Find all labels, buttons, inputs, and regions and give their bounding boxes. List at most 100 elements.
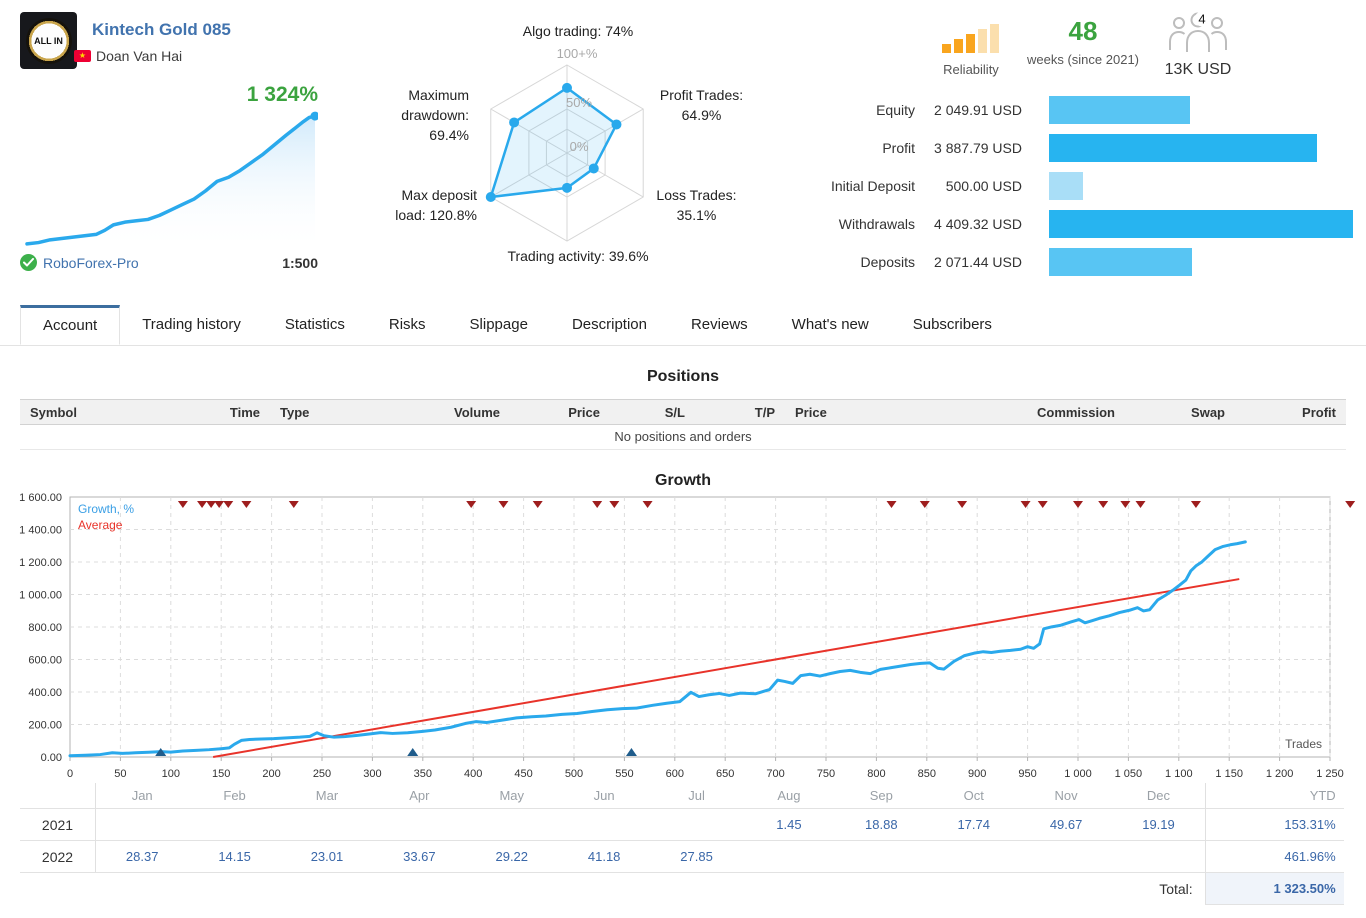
radar-label-maximum-drawdown: Maximum drawdown: 69.4%	[401, 87, 469, 143]
signal-title[interactable]: Kintech Gold 085	[92, 20, 231, 40]
stat-row-equity: Equity 2 049.91 USD	[820, 91, 1360, 129]
weeks-label: weeks (since 2021)	[1027, 52, 1139, 67]
svg-text:1 250: 1 250	[1316, 768, 1344, 780]
positions-title: Positions	[646, 368, 719, 385]
tab-slippage[interactable]: Slippage	[448, 305, 550, 345]
stat-label: Profit	[882, 140, 915, 156]
signal-avatar[interactable]: ALL IN	[20, 12, 77, 69]
svg-text:Average: Average	[78, 518, 123, 532]
svg-text:Growth, %: Growth, %	[78, 502, 134, 516]
svg-text:0.00: 0.00	[41, 752, 62, 764]
svg-text:850: 850	[918, 768, 936, 780]
positions-col-time-1: Time	[229, 404, 260, 420]
total-row-spacer	[20, 872, 96, 904]
tab-account[interactable]: Account	[20, 305, 121, 345]
positions-col-volume-3: Volume	[454, 404, 500, 420]
svg-text:1 100: 1 100	[1165, 768, 1193, 780]
stat-label: Equity	[876, 102, 915, 118]
growth-2021-nov: 49.67	[1019, 808, 1113, 840]
svg-text:500: 500	[565, 768, 583, 780]
growth-2021-mar	[280, 808, 374, 840]
month-header-feb: Feb	[223, 788, 246, 803]
growth-title: Growth	[655, 472, 711, 489]
positions-table-header: Symbol Time Type Volume Price S/L T/P Price Comm…	[20, 399, 1346, 425]
svg-text:0: 0	[67, 768, 73, 780]
positions-col-type-2: Type	[280, 404, 310, 420]
svg-text:1 200.00: 1 200.00	[19, 557, 62, 569]
ytd-2021: 153.31%	[1204, 808, 1344, 840]
svg-text:1 200: 1 200	[1266, 768, 1294, 780]
growth-2021-jul	[650, 808, 743, 840]
month-header-apr: Apr	[409, 788, 430, 803]
growth-2022-nov	[1019, 840, 1113, 872]
radar-label-max-deposit-load: Max deposit load: 120.8%	[395, 187, 477, 223]
svg-text:250: 250	[313, 768, 331, 780]
svg-text:350: 350	[414, 768, 432, 780]
svg-text:950: 950	[1018, 768, 1036, 780]
growth-chart: 0 50 100 150 200 250 300 350 400 450 500 550 600 650 7…	[19, 492, 1356, 780]
svg-text:800: 800	[867, 768, 885, 780]
subscribers-funds: 13K USD	[1164, 61, 1232, 78]
stat-row-deposits: Deposits 2 071.44 USD	[820, 243, 1360, 281]
year-label-2022: 2022	[20, 840, 96, 872]
author-name[interactable]: Doan Van Hai	[96, 48, 182, 64]
positions-col-s-l-5: S/L	[664, 404, 685, 420]
positions-col-symbol-0: Symbol	[30, 404, 77, 420]
tab-statistics[interactable]: Statistics	[263, 305, 367, 345]
svg-text:50: 50	[114, 768, 126, 780]
growth-2022-mar: 23.01	[280, 840, 374, 872]
reliability-bars-icon	[942, 24, 999, 53]
growth-2022-jul: 27.85	[650, 840, 743, 872]
account-stat-rows: Equity 2 049.91 USD Profit 3 887.79 USD Init…	[820, 91, 1360, 281]
svg-text:800.00: 800.00	[28, 622, 62, 634]
growth-2021-may	[465, 808, 558, 840]
tab-trading-history[interactable]: Trading history	[120, 305, 263, 345]
svg-text:450: 450	[514, 768, 532, 780]
growth-2021-oct: 17.74	[927, 808, 1020, 840]
subscribers-count-badge: 4	[1198, 12, 1205, 27]
growth-2022-may: 29.22	[465, 840, 558, 872]
svg-text:1 150: 1 150	[1215, 768, 1243, 780]
svg-text:400: 400	[464, 768, 482, 780]
tab-what-s-new[interactable]: What's new	[770, 305, 891, 345]
verified-check-icon	[20, 254, 37, 271]
svg-text:200.00: 200.00	[28, 720, 62, 732]
growth-2022-jun: 41.18	[557, 840, 651, 872]
avatar-text: ALL IN	[34, 35, 63, 46]
svg-text:1 600.00: 1 600.00	[19, 492, 62, 504]
stat-label: Deposits	[860, 254, 915, 270]
radar-ring-100: 100+%	[556, 46, 598, 61]
stat-row-withdrawals: Withdrawals 4 409.32 USD	[820, 205, 1360, 243]
growth-2021-feb	[188, 808, 281, 840]
positions-col-commission-8: Commission	[1036, 404, 1115, 420]
positions-col-t-p-6: T/P	[754, 404, 775, 420]
growth-2021-jun	[557, 808, 651, 840]
positions-table: Symbol Time Type Volume Price S/L T/P Price Comm…	[20, 399, 1346, 450]
tab-reviews[interactable]: Reviews	[669, 305, 770, 345]
tab-subscribers[interactable]: Subscribers	[891, 305, 1014, 345]
broker-server-link[interactable]: RoboForex-Pro	[43, 255, 139, 271]
stat-value: 500.00 USD	[945, 178, 1022, 194]
growth-2021-sep: 18.88	[835, 808, 928, 840]
radar-label-algo-trading: Algo trading: 74%	[522, 23, 634, 39]
stat-bar	[1049, 134, 1317, 162]
svg-text:1 400.00: 1 400.00	[19, 525, 62, 537]
growth-2022-feb: 14.15	[188, 840, 281, 872]
growth-sparkline	[25, 111, 318, 252]
stat-value: 2 049.91 USD	[934, 102, 1022, 118]
tab-risks[interactable]: Risks	[367, 305, 448, 345]
month-header-aug: Aug	[777, 788, 801, 803]
total-value: 1 323.50%	[1204, 872, 1344, 905]
svg-text:100: 100	[162, 768, 180, 780]
svg-text:900: 900	[968, 768, 986, 780]
svg-text:600: 600	[666, 768, 684, 780]
tab-description[interactable]: Description	[550, 305, 669, 345]
svg-text:1 000.00: 1 000.00	[19, 590, 62, 602]
positions-empty-message: No positions and orders	[20, 425, 1346, 450]
svg-text:400.00: 400.00	[28, 687, 62, 699]
stat-value: 4 409.32 USD	[934, 216, 1022, 232]
month-header-jan: Jan	[131, 788, 153, 803]
vietnam-flag-icon: ★	[74, 50, 91, 62]
month-header-dec: Dec	[1146, 788, 1171, 803]
month-header-oct: Oct	[963, 788, 984, 803]
